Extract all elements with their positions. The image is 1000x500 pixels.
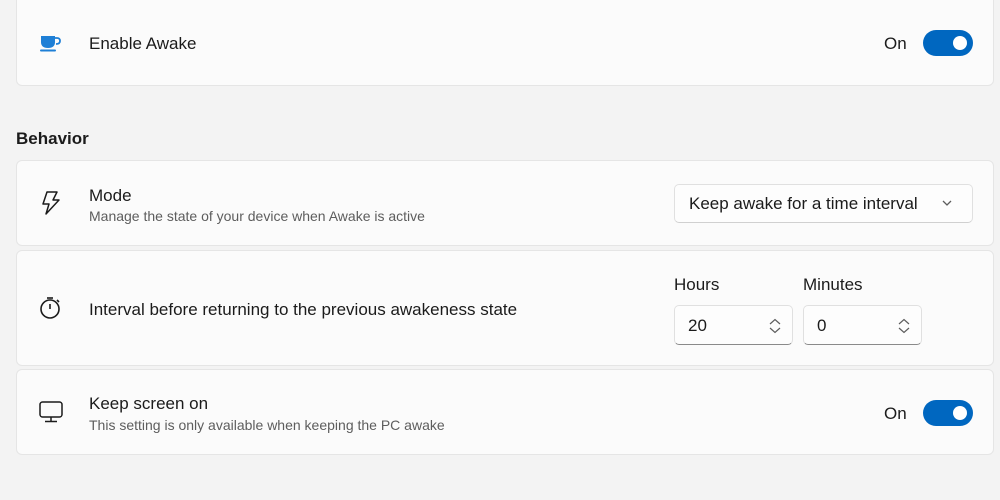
mode-card: Mode Manage the state of your device whe… [16,160,994,246]
keep-screen-on-card: Keep screen on This setting is only avai… [16,369,994,455]
mode-dropdown[interactable]: Keep awake for a time interval [674,184,973,223]
spinner-up-down-icon[interactable] [768,318,782,334]
spinner-up-down-icon[interactable] [897,318,911,334]
hours-input[interactable]: 20 [674,305,793,345]
mode-dropdown-value: Keep awake for a time interval [689,194,918,213]
mode-title: Mode [89,186,132,205]
keep-screen-on-title: Keep screen on [89,394,209,413]
monitor-icon [37,398,65,426]
hours-label: Hours [674,275,720,294]
keep-screen-on-toggle-state: On [884,404,907,423]
hours-value: 20 [688,316,707,335]
coffee-cup-icon [37,29,65,57]
enable-awake-toggle-state: On [884,34,907,53]
keep-screen-on-toggle[interactable] [923,400,973,426]
minutes-label: Minutes [803,275,863,294]
chevron-down-icon [942,200,952,206]
mode-description: Manage the state of your device when Awa… [89,208,425,224]
lightning-bolt-icon [37,189,65,217]
interval-card: Interval before returning to the previou… [16,250,994,366]
enable-awake-toggle[interactable] [923,30,973,56]
keep-screen-on-description: This setting is only available when keep… [89,417,445,433]
behavior-section-title: Behavior [16,129,89,148]
stopwatch-icon [37,294,65,322]
minutes-value: 0 [817,316,827,335]
interval-title: Interval before returning to the previou… [89,300,518,319]
enable-awake-title: Enable Awake [89,34,197,53]
enable-awake-card: Enable Awake On [16,0,994,86]
minutes-input[interactable]: 0 [803,305,922,345]
